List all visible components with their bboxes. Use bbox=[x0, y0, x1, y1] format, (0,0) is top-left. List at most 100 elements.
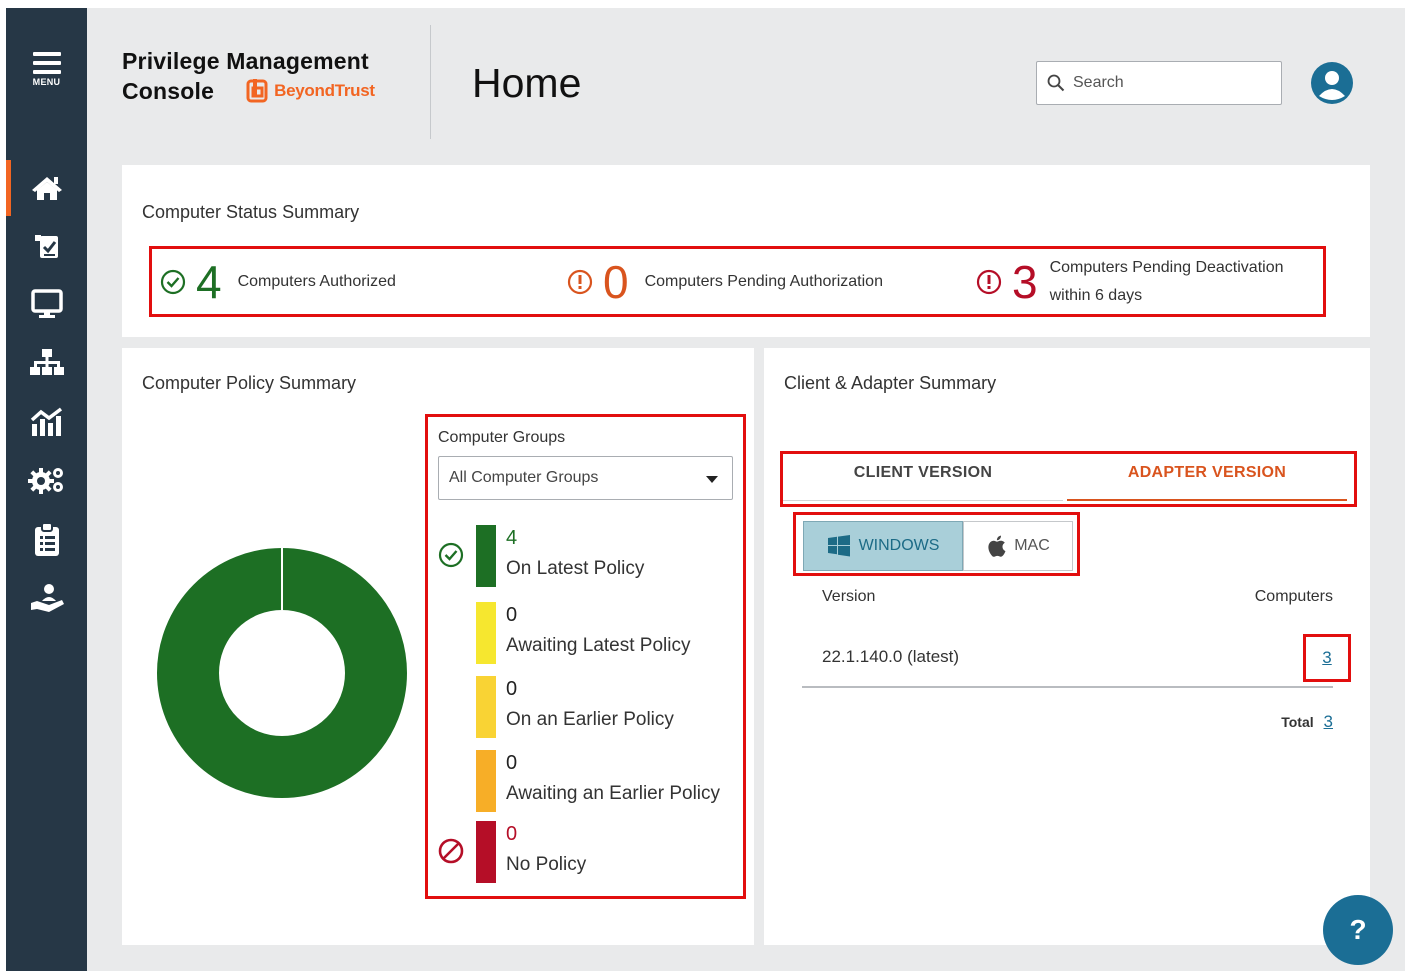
legend-value: 4 bbox=[506, 527, 518, 549]
beyondtrust-logo-icon bbox=[246, 79, 268, 103]
total-label: Total bbox=[1281, 714, 1314, 730]
sidebar-item-configuration[interactable] bbox=[6, 458, 87, 502]
os-toggle-highlight-box: WINDOWS MAC bbox=[793, 512, 1080, 576]
check-circle-icon bbox=[438, 542, 464, 568]
authorized-label: Computers Authorized bbox=[237, 272, 396, 290]
apple-icon bbox=[988, 535, 1006, 557]
legend-item-no-policy[interactable]: 0 No Policy bbox=[438, 821, 738, 883]
legend-item-on-latest[interactable]: 4 On Latest Policy bbox=[438, 525, 738, 587]
legend-label: On Latest Policy bbox=[506, 558, 645, 579]
legend-color-bar bbox=[476, 750, 496, 812]
settings-gears-icon bbox=[27, 468, 63, 494]
search-box[interactable] bbox=[1036, 61, 1282, 105]
column-header-computers: Computers bbox=[1254, 588, 1333, 605]
windows-button[interactable]: WINDOWS bbox=[803, 521, 963, 571]
client-summary-title: Client & Adapter Summary bbox=[784, 373, 997, 393]
legend-item-on-earlier[interactable]: 0 On an Earlier Policy bbox=[438, 676, 738, 738]
legend-item-awaiting-earlier[interactable]: 0 Awaiting an Earlier Policy bbox=[438, 750, 738, 812]
computer-policy-summary-panel: Computer Policy Summary Computer Groups … bbox=[122, 348, 754, 945]
total-count-link[interactable]: 3 bbox=[1324, 712, 1333, 731]
hamburger-icon bbox=[32, 52, 61, 74]
computer-groups-selected: All Computer Groups bbox=[449, 469, 599, 486]
search-icon bbox=[1047, 74, 1065, 92]
version-tabs-highlight-box: CLIENT VERSION ADAPTER VERSION bbox=[780, 451, 1357, 507]
stat-authorized[interactable]: 4 Computers Authorized bbox=[160, 249, 396, 314]
sidebar-item-home[interactable] bbox=[6, 160, 87, 216]
sidebar-item-analytics[interactable] bbox=[6, 400, 87, 444]
help-icon: ? bbox=[1349, 914, 1367, 945]
stat-pending-authorization[interactable]: 0 Computers Pending Authorization bbox=[567, 249, 883, 314]
beyondtrust-logo: BeyondTrust bbox=[246, 79, 375, 103]
analytics-icon bbox=[30, 407, 62, 436]
page-title: Home bbox=[472, 60, 582, 106]
legend-color-bar bbox=[476, 821, 496, 883]
legend-label: No Policy bbox=[506, 854, 587, 875]
check-circle-icon bbox=[160, 269, 186, 294]
sidebar-item-computers[interactable] bbox=[6, 282, 87, 326]
policy-donut-chart bbox=[157, 548, 407, 798]
stat-pending-deactivation[interactable]: 3 Computers Pending Deactivation within … bbox=[976, 249, 1284, 314]
computers-count-link[interactable]: 3 bbox=[1322, 648, 1331, 668]
brand-title-line1: Privilege Management bbox=[122, 48, 369, 74]
hierarchy-icon bbox=[29, 349, 64, 375]
home-icon bbox=[31, 177, 62, 200]
help-button[interactable]: ? bbox=[1323, 895, 1393, 965]
logo-text: BeyondTrust bbox=[274, 81, 375, 100]
table-row: 22.1.140.0 (latest) 3 bbox=[802, 634, 1351, 688]
windows-icon bbox=[827, 535, 850, 557]
column-header-version: Version bbox=[822, 588, 876, 605]
chevron-down-icon bbox=[706, 476, 718, 483]
status-highlight-box: 4 Computers Authorized 0 Computers Pendi… bbox=[149, 246, 1326, 317]
status-summary-title: Computer Status Summary bbox=[142, 202, 360, 222]
pending-authorization-count: 0 bbox=[603, 255, 629, 308]
legend-value: 0 bbox=[506, 752, 518, 774]
legend-color-bar bbox=[476, 602, 496, 664]
computer-groups-highlight-box: Computer Groups All Computer Groups 4 On… bbox=[425, 414, 746, 899]
tab-adapter-version[interactable]: ADAPTER VERSION bbox=[1067, 461, 1347, 501]
pending-deactivation-count: 3 bbox=[1012, 255, 1038, 308]
pending-authorization-label: Computers Pending Authorization bbox=[644, 272, 883, 290]
legend-value: 0 bbox=[506, 823, 518, 845]
legend-label: Awaiting Latest Policy bbox=[506, 635, 691, 656]
brand: Privilege Management Console BeyondTrust bbox=[122, 46, 375, 106]
legend-value: 0 bbox=[506, 678, 518, 700]
computer-groups-select[interactable]: All Computer Groups bbox=[438, 456, 733, 500]
policy-summary-title: Computer Policy Summary bbox=[142, 373, 357, 393]
sidebar: MENU bbox=[6, 8, 87, 971]
sidebar-item-access[interactable] bbox=[6, 576, 87, 620]
pending-deactivation-sublabel: within 6 days bbox=[1049, 286, 1143, 304]
computer-icon bbox=[30, 289, 63, 318]
sidebar-item-reports[interactable] bbox=[6, 518, 87, 562]
clipboard-icon bbox=[34, 522, 59, 556]
legend-color-bar bbox=[476, 525, 496, 587]
legend-item-awaiting-latest[interactable]: 0 Awaiting Latest Policy bbox=[438, 602, 738, 664]
alert-circle-icon bbox=[976, 269, 1002, 294]
sidebar-item-groups[interactable] bbox=[6, 340, 87, 384]
mac-button[interactable]: MAC bbox=[963, 521, 1073, 571]
legend-color-bar bbox=[476, 676, 496, 738]
version-cell: 22.1.140.0 (latest) bbox=[822, 647, 960, 666]
legend-value: 0 bbox=[506, 604, 518, 626]
windows-label: WINDOWS bbox=[858, 537, 940, 554]
user-avatar-icon[interactable] bbox=[1311, 62, 1353, 104]
legend-label: Awaiting an Earlier Policy bbox=[506, 783, 721, 804]
policy-icon bbox=[34, 235, 58, 258]
authorized-count: 4 bbox=[196, 255, 222, 308]
menu-button[interactable]: MENU bbox=[6, 52, 87, 112]
brand-title-line2: Console bbox=[122, 78, 215, 104]
tab-client-version[interactable]: CLIENT VERSION bbox=[783, 461, 1063, 501]
search-input[interactable] bbox=[1073, 74, 1263, 92]
computer-groups-label: Computer Groups bbox=[438, 429, 566, 446]
hand-user-icon bbox=[30, 584, 64, 612]
computers-count-highlight-box: 3 bbox=[1303, 634, 1351, 682]
menu-label: MENU bbox=[32, 77, 61, 87]
total-row: Total 3 bbox=[1281, 712, 1333, 732]
sidebar-item-policies[interactable] bbox=[6, 224, 87, 268]
computer-status-summary-panel: Computer Status Summary 4 Computers Auth… bbox=[122, 165, 1370, 337]
mac-label: MAC bbox=[1014, 537, 1050, 554]
legend-label: On an Earlier Policy bbox=[506, 709, 674, 730]
alert-circle-icon bbox=[567, 269, 593, 294]
no-entry-icon bbox=[438, 838, 464, 864]
pending-deactivation-label: Computers Pending Deactivation bbox=[1049, 258, 1284, 276]
header-divider bbox=[430, 25, 431, 139]
